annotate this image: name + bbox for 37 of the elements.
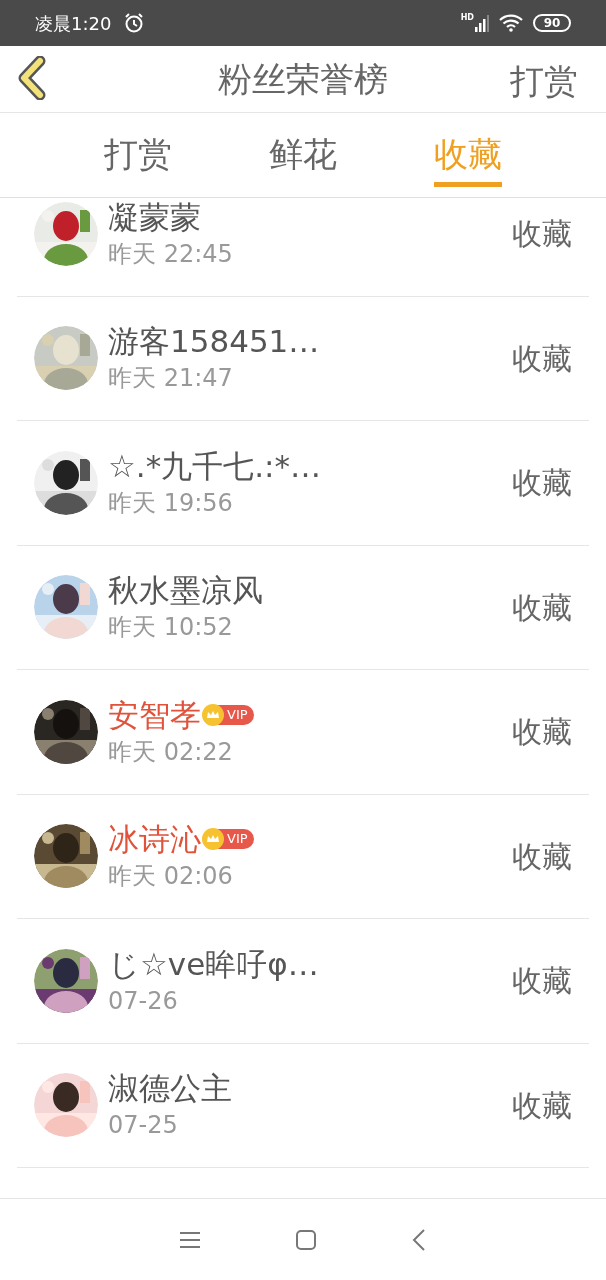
action-label: 收藏 [512, 713, 572, 752]
timestamp: 昨天 02:22 [108, 736, 234, 768]
action-label: 收藏 [512, 464, 572, 503]
action-label: 收藏 [512, 588, 572, 627]
action-label: 收藏 [512, 215, 572, 254]
user-name: じ☆ve眸吇φ… [108, 944, 319, 984]
timestamp: 昨天 19:56 [108, 487, 234, 519]
back-button[interactable] [16, 56, 48, 100]
timestamp: 昨天 21:47 [108, 363, 234, 395]
user-name: 游客158451… [108, 322, 320, 362]
tab[interactable]: 鲜花 [220, 113, 386, 197]
crown-icon [201, 827, 225, 852]
user-name: ☆.*九千七.:*… [108, 446, 321, 486]
timestamp: 07-26 [108, 985, 179, 1017]
action-label: 收藏 [512, 1086, 572, 1125]
action-label: 收藏 [512, 837, 572, 876]
battery-icon: 90 [533, 14, 571, 32]
page-title: 粉丝荣誉榜 [218, 57, 388, 101]
user-name: 淑德公主 [108, 1069, 232, 1109]
user-name: 安智孝 [108, 695, 201, 735]
user-name: 冰诗沁 [108, 820, 201, 860]
status-time: 凌晨1:20 [35, 11, 112, 36]
crown-icon [201, 702, 225, 727]
reward-button[interactable]: 打赏 [510, 56, 578, 107]
user-name: 凝蒙蒙 [108, 198, 201, 237]
action-label: 收藏 [512, 962, 572, 1001]
timestamp: 昨天 22:45 [108, 238, 234, 270]
user-name: 秋水墨凉风 [108, 571, 263, 611]
menu-icon[interactable] [180, 1230, 200, 1249]
tab[interactable]: 打赏 [55, 113, 221, 197]
timestamp: 昨天 02:06 [108, 861, 234, 893]
home-button[interactable] [295, 1228, 317, 1251]
timestamp: 昨天 10:52 [108, 612, 234, 644]
action-label: 收藏 [512, 339, 572, 378]
back-icon[interactable] [412, 1228, 426, 1251]
wifi-icon [499, 14, 523, 32]
timestamp: 07-25 [108, 1110, 179, 1142]
